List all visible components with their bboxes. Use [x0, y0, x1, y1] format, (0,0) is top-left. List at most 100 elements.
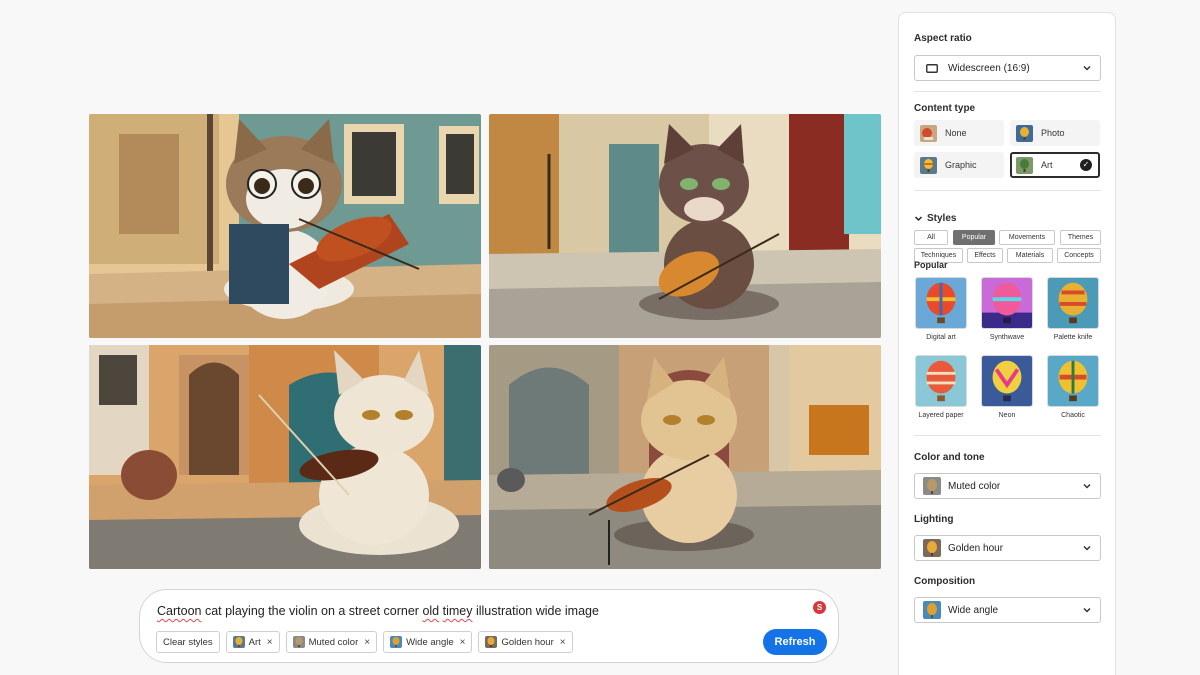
- generated-image-3[interactable]: [89, 345, 481, 569]
- chip-golden-hour[interactable]: Golden hour ×: [478, 631, 573, 653]
- prompt-bar[interactable]: Cartoon cat playing the violin on a stre…: [139, 589, 839, 663]
- composition-title: Composition: [914, 576, 976, 587]
- content-type-label: None: [945, 128, 967, 138]
- content-type-graphic[interactable]: Graphic: [914, 152, 1004, 178]
- chip-label: Golden hour: [501, 636, 554, 648]
- chevron-down-icon: [1083, 545, 1091, 551]
- hot-air-balloon-icon: [1048, 356, 1098, 406]
- clear-styles-label: Clear styles: [163, 636, 213, 648]
- styles-title: Styles: [927, 213, 957, 224]
- muted-color-balloon-icon: [292, 636, 305, 648]
- aspect-ratio-select[interactable]: Widescreen (16:9): [914, 55, 1101, 81]
- generated-image-2[interactable]: [489, 114, 881, 338]
- chip-art[interactable]: Art ×: [225, 631, 280, 653]
- chip-wide-angle[interactable]: Wide angle ×: [383, 631, 473, 653]
- chevron-down-icon: [1083, 65, 1091, 71]
- content-type-label: Art: [1041, 160, 1053, 170]
- popular-group-title: Popular: [914, 260, 948, 270]
- art-balloon-icon: [232, 636, 245, 648]
- tab-popular[interactable]: Popular: [953, 230, 995, 245]
- prompt-text-segment: illustration wide image: [472, 604, 599, 618]
- checkmark-icon: ✓: [1080, 159, 1092, 171]
- none-content-icon: [920, 124, 937, 142]
- divider: [914, 435, 1101, 436]
- content-type-title: Content type: [914, 103, 976, 114]
- style-layered-paper[interactable]: [915, 355, 967, 407]
- content-type-art[interactable]: Art ✓: [1010, 152, 1100, 178]
- generated-images-grid: [89, 114, 882, 569]
- hot-air-balloon-icon: [916, 278, 966, 328]
- style-neon[interactable]: [981, 355, 1033, 407]
- content-credentials-icon[interactable]: S: [813, 601, 826, 614]
- chip-label: Muted color: [308, 636, 359, 648]
- chip-label: Art: [248, 636, 261, 648]
- divider: [914, 190, 1101, 191]
- generated-image-1[interactable]: [89, 114, 481, 338]
- content-type-label: Graphic: [945, 160, 977, 170]
- style-label: Palette knife: [1053, 334, 1093, 341]
- color-tone-select[interactable]: Muted color: [914, 473, 1101, 499]
- lighting-value: Golden hour: [948, 542, 1004, 554]
- graphic-content-icon: [920, 156, 937, 174]
- content-type-none[interactable]: None: [914, 120, 1004, 146]
- style-label: Chaotic: [1061, 412, 1085, 419]
- widescreen-icon: [923, 59, 941, 77]
- composition-value: Wide angle: [948, 604, 999, 616]
- tab-effects[interactable]: Effects: [967, 248, 1003, 263]
- tab-themes[interactable]: Themes: [1060, 230, 1101, 245]
- styles-toggle[interactable]: Styles: [914, 213, 956, 224]
- style-palette-knife[interactable]: [1047, 277, 1099, 329]
- photo-content-icon: [1016, 124, 1033, 142]
- aspect-ratio-title: Aspect ratio: [914, 33, 972, 44]
- settings-panel: Aspect ratio Widescreen (16:9) Content t…: [898, 12, 1116, 675]
- remove-chip-icon[interactable]: ×: [364, 637, 370, 648]
- content-type-photo[interactable]: Photo: [1010, 120, 1100, 146]
- color-tone-value: Muted color: [948, 480, 1001, 492]
- chip-label: Wide angle: [406, 636, 454, 648]
- remove-chip-icon[interactable]: ×: [267, 637, 273, 648]
- prompt-text-segment: cat playing the violin on a street corne…: [201, 604, 423, 618]
- lighting-select[interactable]: Golden hour: [914, 535, 1101, 561]
- art-content-icon: [1016, 156, 1033, 174]
- generated-image-4[interactable]: [489, 345, 881, 569]
- style-label: Synthwave: [989, 334, 1025, 341]
- chevron-down-icon: [1083, 607, 1091, 613]
- clear-styles-button[interactable]: Clear styles: [156, 631, 220, 653]
- color-tone-title: Color and tone: [914, 452, 985, 463]
- golden-hour-balloon-icon: [485, 636, 498, 648]
- misspelled-word: timey: [442, 604, 473, 618]
- hot-air-balloon-icon: [982, 356, 1032, 406]
- hot-air-balloon-icon: [982, 278, 1032, 328]
- style-digital-art[interactable]: [915, 277, 967, 329]
- chevron-down-icon: [1083, 483, 1091, 489]
- style-chips: Clear styles Art × Muted color × Wide an…: [156, 631, 573, 653]
- hot-air-balloon-icon: [916, 356, 966, 406]
- wide-angle-balloon-icon: [390, 636, 403, 648]
- refresh-button[interactable]: Refresh: [763, 629, 827, 655]
- hot-air-balloon-icon: [1048, 278, 1098, 328]
- remove-chip-icon[interactable]: ×: [460, 637, 466, 648]
- style-synthwave[interactable]: [981, 277, 1033, 329]
- wide-angle-icon: [923, 601, 941, 619]
- style-label: Layered paper: [918, 412, 964, 419]
- misspelled-word: Cartoon: [157, 604, 202, 618]
- tab-movements[interactable]: Movements: [999, 230, 1055, 245]
- tab-materials[interactable]: Materials: [1007, 248, 1053, 263]
- divider: [914, 91, 1101, 92]
- composition-select[interactable]: Wide angle: [914, 597, 1101, 623]
- style-label: Digital art: [926, 334, 956, 341]
- golden-hour-icon: [923, 539, 941, 557]
- aspect-ratio-value: Widescreen (16:9): [948, 62, 1030, 74]
- chip-muted-color[interactable]: Muted color ×: [285, 631, 378, 653]
- misspelled-word: old: [422, 604, 440, 618]
- lighting-title: Lighting: [914, 514, 954, 525]
- remove-chip-icon[interactable]: ×: [560, 637, 566, 648]
- chevron-down-icon: [914, 216, 923, 222]
- style-label: Neon: [998, 412, 1016, 419]
- prompt-input[interactable]: Cartoon cat playing the violin on a stre…: [157, 604, 599, 618]
- tab-concepts[interactable]: Concepts: [1057, 248, 1101, 263]
- muted-color-icon: [923, 477, 941, 495]
- style-chaotic[interactable]: [1047, 355, 1099, 407]
- tab-all[interactable]: All: [914, 230, 948, 245]
- content-type-label: Photo: [1041, 128, 1065, 138]
